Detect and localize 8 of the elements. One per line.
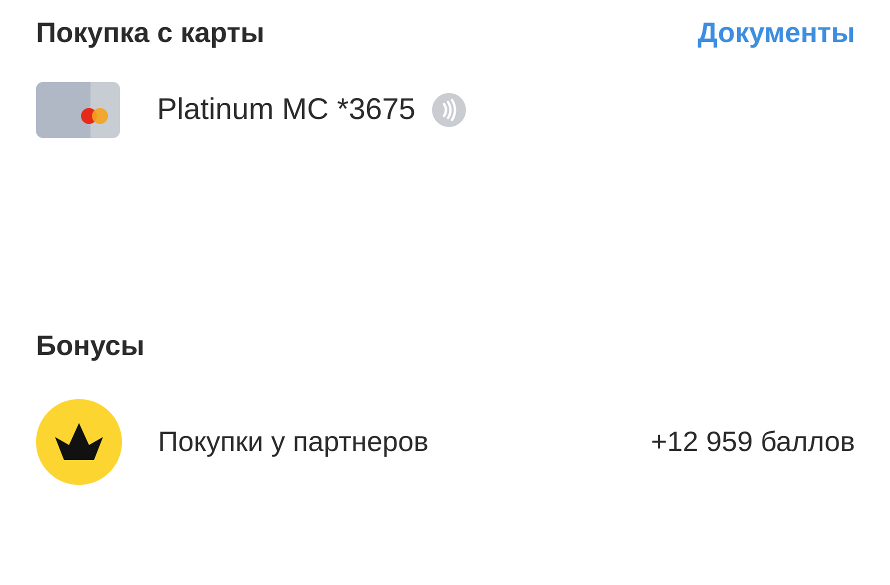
documents-link[interactable]: Документы <box>698 17 855 49</box>
bonus-label: Покупки у партнеров <box>158 426 430 458</box>
section-title: Покупка с карты <box>36 17 264 49</box>
crown-icon <box>36 399 122 485</box>
bonus-amount: +12 959 баллов <box>650 426 855 458</box>
section-title: Бонусы <box>36 330 144 362</box>
card-name: Platinum MC *3675 <box>157 93 416 127</box>
card-icon <box>36 82 120 138</box>
